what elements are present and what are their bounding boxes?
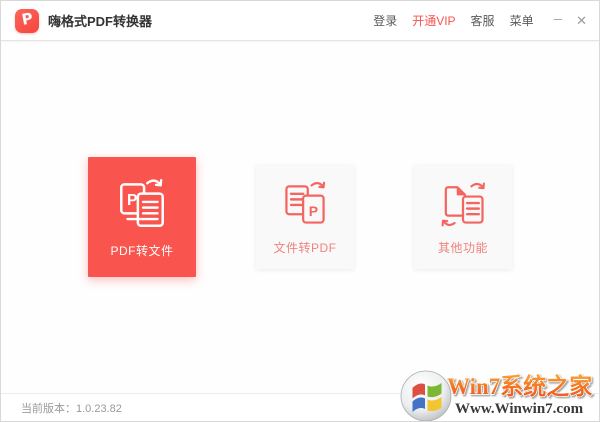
app-window: P 嗨格式PDF转换器 登录 开通VIP 客服 菜单 ─ ✕ P PDF转文件 … bbox=[0, 0, 600, 422]
titlebar: P 嗨格式PDF转换器 登录 开通VIP 客服 菜单 ─ ✕ bbox=[1, 1, 599, 41]
card-label-other-functions: 其他功能 bbox=[437, 241, 488, 255]
pdf-to-file-icon: P bbox=[113, 175, 171, 233]
logo-letter: P bbox=[19, 9, 34, 29]
app-logo-icon: P bbox=[15, 8, 39, 33]
window-controls: ─ ✕ bbox=[554, 13, 587, 28]
version-text: 当前版本：1.0.23.82 bbox=[21, 402, 122, 415]
nav-menu[interactable]: 菜单 bbox=[510, 12, 534, 29]
card-other-functions[interactable]: 其他功能 bbox=[414, 165, 512, 269]
watermark-site-name: Win7系统之家 bbox=[447, 373, 592, 399]
minimize-icon[interactable]: ─ bbox=[554, 13, 563, 25]
main-content: P PDF转文件 P 文件转PDF 其他功能 bbox=[1, 41, 599, 393]
app-title: 嗨格式PDF转换器 bbox=[48, 14, 153, 29]
other-functions-icon bbox=[437, 178, 489, 230]
file-to-pdf-icon: P bbox=[279, 178, 331, 230]
watermark: Win7系统之家 Www.Winwin7.com bbox=[399, 367, 597, 421]
icon-letter-p: P bbox=[127, 192, 137, 209]
close-icon[interactable]: ✕ bbox=[576, 14, 587, 27]
nav-customer-service[interactable]: 客服 bbox=[471, 12, 495, 29]
watermark-site-url: Www.Winwin7.com bbox=[455, 401, 584, 417]
windows-flag-icon bbox=[400, 370, 452, 421]
card-label-pdf-to-file: PDF转文件 bbox=[110, 244, 174, 258]
card-file-to-pdf[interactable]: P 文件转PDF bbox=[256, 165, 354, 269]
nav-login[interactable]: 登录 bbox=[373, 12, 397, 29]
nav-open-vip[interactable]: 开通VIP bbox=[412, 12, 455, 29]
icon-letter-p: P bbox=[309, 203, 318, 219]
top-navigation: 登录 开通VIP 客服 菜单 bbox=[373, 12, 533, 29]
card-pdf-to-file[interactable]: P PDF转文件 bbox=[88, 157, 196, 277]
card-label-file-to-pdf: 文件转PDF bbox=[273, 241, 337, 255]
